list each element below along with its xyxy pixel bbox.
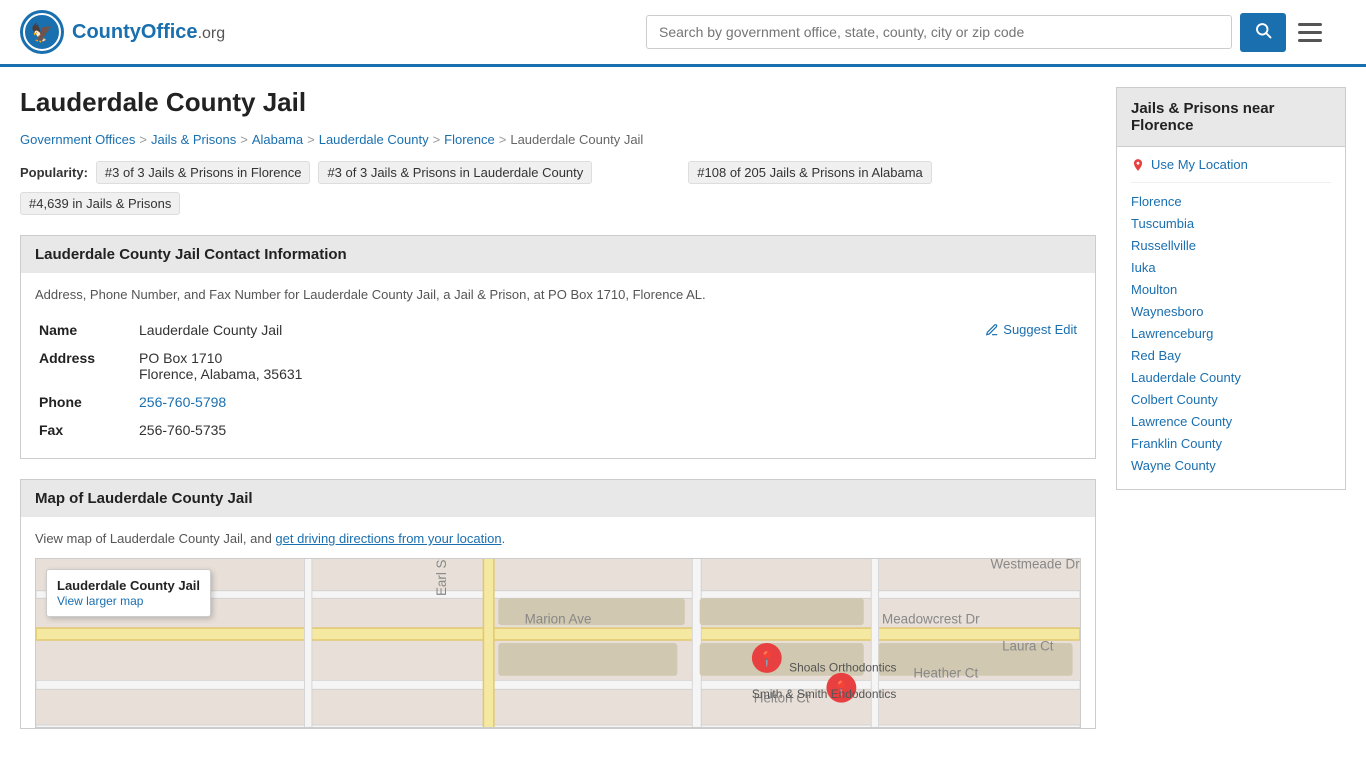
page-title: Lauderdale County Jail	[20, 87, 1096, 118]
svg-text:Laura Ct: Laura Ct	[1002, 638, 1054, 653]
sidebar-list-item: Iuka	[1131, 259, 1331, 275]
popularity-badge-1: #3 of 3 Jails & Prisons in Lauderdale Co…	[318, 161, 592, 184]
name-value: Lauderdale County Jail Suggest Edit	[135, 316, 1081, 344]
sidebar-link-10[interactable]: Lawrence County	[1131, 414, 1232, 429]
logo-area: 🦅 CountyOffice.org	[20, 10, 225, 54]
sidebar-link-12[interactable]: Wayne County	[1131, 458, 1216, 473]
menu-button[interactable]	[1294, 19, 1326, 46]
sidebar-list-item: Red Bay	[1131, 347, 1331, 363]
sidebar-list-item: Florence	[1131, 193, 1331, 209]
sidebar-list-item: Tuscumbia	[1131, 215, 1331, 231]
fax-value: 256-760-5735	[135, 416, 1081, 444]
main-container: Lauderdale County Jail Government Office…	[0, 67, 1366, 769]
table-row-fax: Fax 256-760-5735	[35, 416, 1081, 444]
sidebar-list-item: Waynesboro	[1131, 303, 1331, 319]
map-popup-title: Lauderdale County Jail	[57, 578, 200, 593]
table-row-name: Name Lauderdale County Jail Suggest Edit	[35, 316, 1081, 344]
content: Lauderdale County Jail Government Office…	[20, 87, 1096, 749]
sidebar-list-item: Colbert County	[1131, 391, 1331, 407]
sidebar-link-3[interactable]: Iuka	[1131, 260, 1156, 275]
breadcrumb-sep-5: >	[499, 132, 507, 147]
contact-section-header: Lauderdale County Jail Contact Informati…	[20, 235, 1096, 273]
sidebar-list-item: Wayne County	[1131, 457, 1331, 473]
svg-text:Smith & Smith Endodontics: Smith & Smith Endodontics	[752, 687, 896, 701]
popularity-badge-0: #3 of 3 Jails & Prisons in Florence	[96, 161, 311, 184]
use-my-location-link[interactable]: Use My Location	[1131, 157, 1331, 183]
sidebar-list-item: Lauderdale County	[1131, 369, 1331, 385]
popularity-bar: Popularity: #3 of 3 Jails & Prisons in F…	[20, 161, 1096, 215]
svg-text:Meadowcrest Dr: Meadowcrest Dr	[882, 612, 980, 627]
breadcrumb: Government Offices > Jails & Prisons > A…	[20, 132, 1096, 147]
breadcrumb-jails-prisons[interactable]: Jails & Prisons	[151, 132, 236, 147]
sidebar-list-item: Lawrenceburg	[1131, 325, 1331, 341]
sidebar-link-1[interactable]: Tuscumbia	[1131, 216, 1194, 231]
breadcrumb-lauderdale-county[interactable]: Lauderdale County	[319, 132, 429, 147]
location-pin-icon	[1131, 158, 1145, 172]
sidebar-list-item: Lawrence County	[1131, 413, 1331, 429]
sidebar-link-6[interactable]: Lawrenceburg	[1131, 326, 1213, 341]
suggest-edit-button[interactable]: Suggest Edit	[985, 322, 1077, 337]
view-larger-map-link[interactable]: View larger map	[57, 594, 143, 608]
popularity-badge-2: #108 of 205 Jails & Prisons in Alabama	[688, 161, 931, 184]
suggest-edit-icon	[985, 323, 999, 337]
phone-value: 256-760-5798	[135, 388, 1081, 416]
breadcrumb-sep-1: >	[139, 132, 147, 147]
contact-description: Address, Phone Number, and Fax Number fo…	[35, 287, 1081, 302]
breadcrumb-sep-4: >	[433, 132, 441, 147]
sidebar-link-7[interactable]: Red Bay	[1131, 348, 1181, 363]
svg-text:Westmeade Dr: Westmeade Dr	[991, 559, 1080, 571]
breadcrumb-alabama[interactable]: Alabama	[252, 132, 303, 147]
sidebar-link-0[interactable]: Florence	[1131, 194, 1182, 209]
map-popup: Lauderdale County Jail View larger map	[46, 569, 211, 617]
map-description: View map of Lauderdale County Jail, and …	[35, 531, 1081, 546]
sidebar-body: Use My Location Florence Tuscumbia Russell…	[1116, 147, 1346, 490]
table-row-phone: Phone 256-760-5798	[35, 388, 1081, 416]
sidebar-list-item: Russellville	[1131, 237, 1331, 253]
popularity-badge-3: #4,639 in Jails & Prisons	[20, 192, 180, 215]
sidebar-header: Jails & Prisons near Florence	[1116, 87, 1346, 147]
map-container[interactable]: Marion Ave Meadowcrest Dr Helton Ct Heat…	[35, 558, 1081, 728]
sidebar-link-2[interactable]: Russellville	[1131, 238, 1196, 253]
sidebar-link-5[interactable]: Waynesboro	[1131, 304, 1204, 319]
phone-link[interactable]: 256-760-5798	[139, 394, 226, 410]
search-icon	[1254, 21, 1272, 39]
sidebar-list-item: Moulton	[1131, 281, 1331, 297]
sidebar-list-item: Franklin County	[1131, 435, 1331, 451]
sidebar-link-8[interactable]: Lauderdale County	[1131, 370, 1241, 385]
breadcrumb-sep-3: >	[307, 132, 315, 147]
sidebar-link-4[interactable]: Moulton	[1131, 282, 1177, 297]
contact-table: Name Lauderdale County Jail Suggest Edit	[35, 316, 1081, 444]
svg-text:🦅: 🦅	[31, 22, 53, 43]
sidebar-link-9[interactable]: Colbert County	[1131, 392, 1218, 407]
breadcrumb-current: Lauderdale County Jail	[510, 132, 643, 147]
fax-label: Fax	[35, 416, 135, 444]
svg-text:📍: 📍	[758, 650, 777, 668]
address-label: Address	[35, 344, 135, 388]
address-value: PO Box 1710 Florence, Alabama, 35631	[135, 344, 1081, 388]
map-section-body: View map of Lauderdale County Jail, and …	[20, 517, 1096, 729]
table-row-address: Address PO Box 1710 Florence, Alabama, 3…	[35, 344, 1081, 388]
phone-label: Phone	[35, 388, 135, 416]
svg-text:Earl St: Earl St	[434, 559, 449, 596]
popularity-label: Popularity:	[20, 165, 88, 180]
svg-text:Shoals Orthodontics: Shoals Orthodontics	[789, 660, 896, 674]
header: 🦅 CountyOffice.org	[0, 0, 1366, 67]
svg-text:Marion Ave: Marion Ave	[525, 612, 592, 627]
search-area	[646, 13, 1326, 52]
sidebar-link-11[interactable]: Franklin County	[1131, 436, 1222, 451]
sidebar-links: Florence Tuscumbia Russellville Iuka Moulton…	[1131, 193, 1331, 473]
search-button[interactable]	[1240, 13, 1286, 52]
breadcrumb-sep-2: >	[240, 132, 248, 147]
map-section-header: Map of Lauderdale County Jail	[20, 479, 1096, 517]
sidebar: Jails & Prisons near Florence Use My Loc…	[1116, 87, 1346, 749]
search-input[interactable]	[646, 15, 1232, 49]
driving-directions-link[interactable]: get driving directions from your locatio…	[275, 531, 501, 546]
svg-text:Heather Ct: Heather Ct	[913, 665, 978, 680]
breadcrumb-government-offices[interactable]: Government Offices	[20, 132, 135, 147]
breadcrumb-florence[interactable]: Florence	[444, 132, 495, 147]
name-label: Name	[35, 316, 135, 344]
logo-text: CountyOffice.org	[72, 21, 225, 44]
contact-section-body: Address, Phone Number, and Fax Number fo…	[20, 273, 1096, 459]
logo-icon: 🦅	[20, 10, 64, 54]
